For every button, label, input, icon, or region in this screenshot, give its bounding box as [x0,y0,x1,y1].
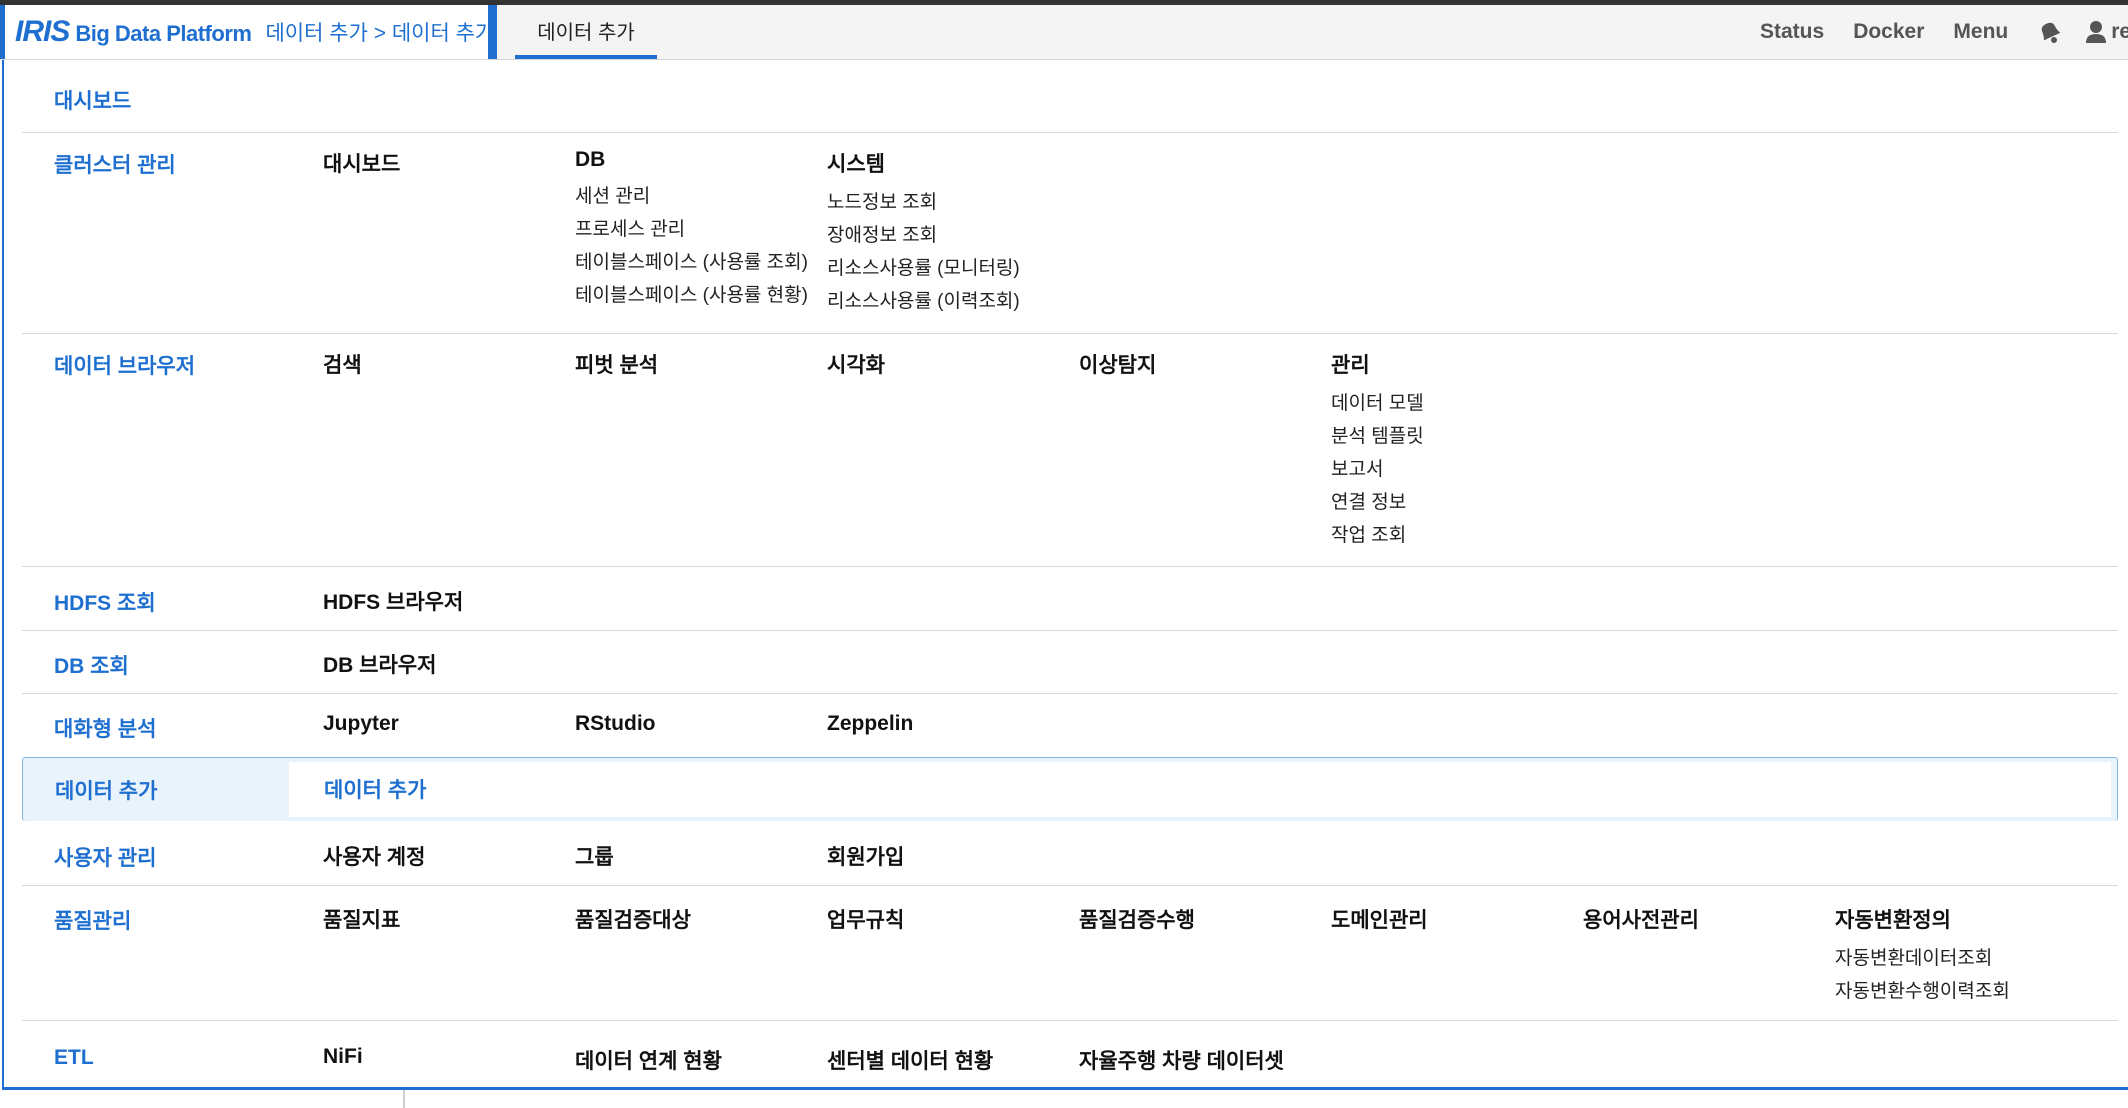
nav-menu-link[interactable]: Menu [1953,20,2008,44]
menu-add-data-label[interactable]: 데이터 추가 [55,775,157,805]
user-name-label[interactable]: re [2111,20,2128,44]
submenu-item[interactable]: 리소스사용률 (이력조회) [827,285,1020,318]
submenu-item[interactable]: 작업 조회 [1331,519,1424,552]
jupyter-link[interactable]: Jupyter [323,712,399,736]
menu-dashboard-label[interactable]: 대시보드 [54,85,131,115]
submenu-item[interactable]: 세션 관리 [575,180,808,213]
user-icon[interactable]: re [2085,20,2128,44]
submenu-item[interactable]: 자동변환데이터조회 [1835,942,2010,975]
browser-manage-col: 관리 데이터 모델 분석 템플릿 보고서 연결 정보 작업 조회 [1331,349,1424,552]
menu-row-db-query: DB 조회 DB 브라우저 [22,631,2118,694]
submenu-item[interactable]: 연결 정보 [1331,486,1424,519]
user-accounts-link[interactable]: 사용자 계정 [323,841,425,871]
submenu-item[interactable]: 장애정보 조회 [827,219,1020,252]
quality-auto-col: 자동변환정의 자동변환데이터조회 자동변환수행이력조회 [1835,904,2010,1008]
submenu-item[interactable]: 보고서 [1331,453,1424,486]
mega-menu-panel: 대시보드 클러스터 관리 대시보드 DB 세션 관리 프로세스 관리 테이블스페… [2,60,2128,1090]
menu-row-data-browser: 데이터 브라우저 검색 피벗 분석 시각화 이상탐지 관리 데이터 모델 분석 … [22,334,2118,567]
logo-platform-text: Big Data Platform [75,21,252,46]
submenu-item[interactable]: 자동변환수행이력조회 [1835,975,2010,1008]
autonomous-dataset-link[interactable]: 자율주행 차량 데이터셋 [1079,1045,1284,1075]
menu-hdfs-label[interactable]: HDFS 조회 [54,587,156,617]
top-header-bar: IRIS Big Data Platform 데이터 추가 > 데이터 추가 데… [0,5,2128,60]
submenu-item[interactable]: 테이블스페이스 (사용률 조회) [575,246,808,279]
menu-row-cluster: 클러스터 관리 대시보드 DB 세션 관리 프로세스 관리 테이블스페이스 (사… [22,133,2118,334]
menu-row-hdfs: HDFS 조회 HDFS 브라우저 [22,567,2118,631]
browser-anomaly-link[interactable]: 이상탐지 [1079,349,1156,379]
glossary-manage-link[interactable]: 용어사전관리 [1583,904,1699,934]
cluster-system-col: 시스템 노드정보 조회 장애정보 조회 리소스사용률 (모니터링) 리소스사용률… [827,148,1020,318]
browser-search-link[interactable]: 검색 [323,349,362,379]
submenu-item[interactable]: 분석 템플릿 [1331,420,1424,453]
add-data-link[interactable]: 데이터 추가 [324,774,426,804]
cluster-dashboard-col: 대시보드 [323,148,400,178]
brand-block: IRIS Big Data Platform 데이터 추가 > 데이터 추가 [0,5,495,59]
notification-bell-icon[interactable] [2037,19,2063,45]
nav-status-link[interactable]: Status [1760,20,1824,44]
business-rules-link[interactable]: 업무규칙 [827,904,904,934]
zeppelin-link[interactable]: Zeppelin [827,712,913,736]
menu-data-browser-label[interactable]: 데이터 브라우저 [54,350,195,380]
logo-iris-text: IRIS [15,15,70,48]
menu-quality-label[interactable]: 품질관리 [54,905,131,935]
breadcrumb[interactable]: 데이터 추가 > 데이터 추가 [265,17,494,47]
menu-row-interactive: 대화형 분석 Jupyter RStudio Zeppelin [22,694,2118,756]
quality-target-link[interactable]: 품질검증대상 [575,904,691,934]
submenu-item[interactable]: 프로세스 관리 [575,213,808,246]
quality-metrics-link[interactable]: 품질지표 [323,904,400,934]
submenu-item[interactable]: 리소스사용률 (모니터링) [827,252,1020,285]
add-data-content-area [289,762,2111,817]
submenu-item[interactable]: 테이블스페이스 (사용률 현황) [575,279,808,312]
menu-row-etl: ETL NiFi 데이터 연계 현황 센터별 데이터 현황 자율주행 차량 데이… [22,1021,2118,1087]
menu-interactive-label[interactable]: 대화형 분석 [54,713,156,743]
data-link-status-link[interactable]: 데이터 연계 현황 [575,1045,722,1075]
rstudio-link[interactable]: RStudio [575,712,655,736]
app-logo[interactable]: IRIS Big Data Platform [15,15,252,49]
menu-row-users: 사용자 관리 사용자 계정 그룹 회원가입 [22,823,2118,886]
menu-row-dashboard: 대시보드 [22,60,2118,133]
submenu-item[interactable]: 노드정보 조회 [827,186,1020,219]
background-divider [403,1090,405,1108]
browser-visualize-link[interactable]: 시각화 [827,349,885,379]
center-data-status-link[interactable]: 센터별 데이터 현황 [827,1045,993,1075]
menu-etl-label[interactable]: ETL [54,1046,94,1070]
groups-link[interactable]: 그룹 [575,841,614,871]
menu-row-quality: 품질관리 품질지표 품질검증대상 업무규칙 품질검증수행 도메인관리 용어사전관… [22,886,2118,1021]
nifi-link[interactable]: NiFi [323,1045,363,1069]
browser-manage-heading: 관리 [1331,354,1370,377]
quality-run-link[interactable]: 품질검증수행 [1079,904,1195,934]
cluster-system-heading: 시스템 [827,153,885,176]
header-nav: Status Docker Menu re [1760,5,2128,59]
tab-add-data[interactable]: 데이터 추가 [515,5,657,59]
signup-link[interactable]: 회원가입 [827,841,904,871]
domain-manage-link[interactable]: 도메인관리 [1331,904,1428,934]
menu-users-label[interactable]: 사용자 관리 [54,842,156,872]
auto-convert-heading: 자동변환정의 [1835,909,1951,932]
menu-row-add-data: 데이터 추가 데이터 추가 [22,757,2118,821]
brand-divider-bar [488,5,497,59]
db-browser-link[interactable]: DB 브라우저 [323,649,436,679]
menu-cluster-label[interactable]: 클러스터 관리 [54,149,176,179]
hdfs-browser-link[interactable]: HDFS 브라우저 [323,586,463,616]
cluster-db-col: DB 세션 관리 프로세스 관리 테이블스페이스 (사용률 조회) 테이블스페이… [575,148,808,312]
browser-pivot-link[interactable]: 피벗 분석 [575,349,658,379]
cluster-dashboard-link[interactable]: 대시보드 [323,153,400,176]
nav-docker-link[interactable]: Docker [1853,20,1924,44]
cluster-db-heading: DB [575,148,606,171]
submenu-item[interactable]: 데이터 모델 [1331,387,1424,420]
menu-db-query-label[interactable]: DB 조회 [54,650,129,680]
